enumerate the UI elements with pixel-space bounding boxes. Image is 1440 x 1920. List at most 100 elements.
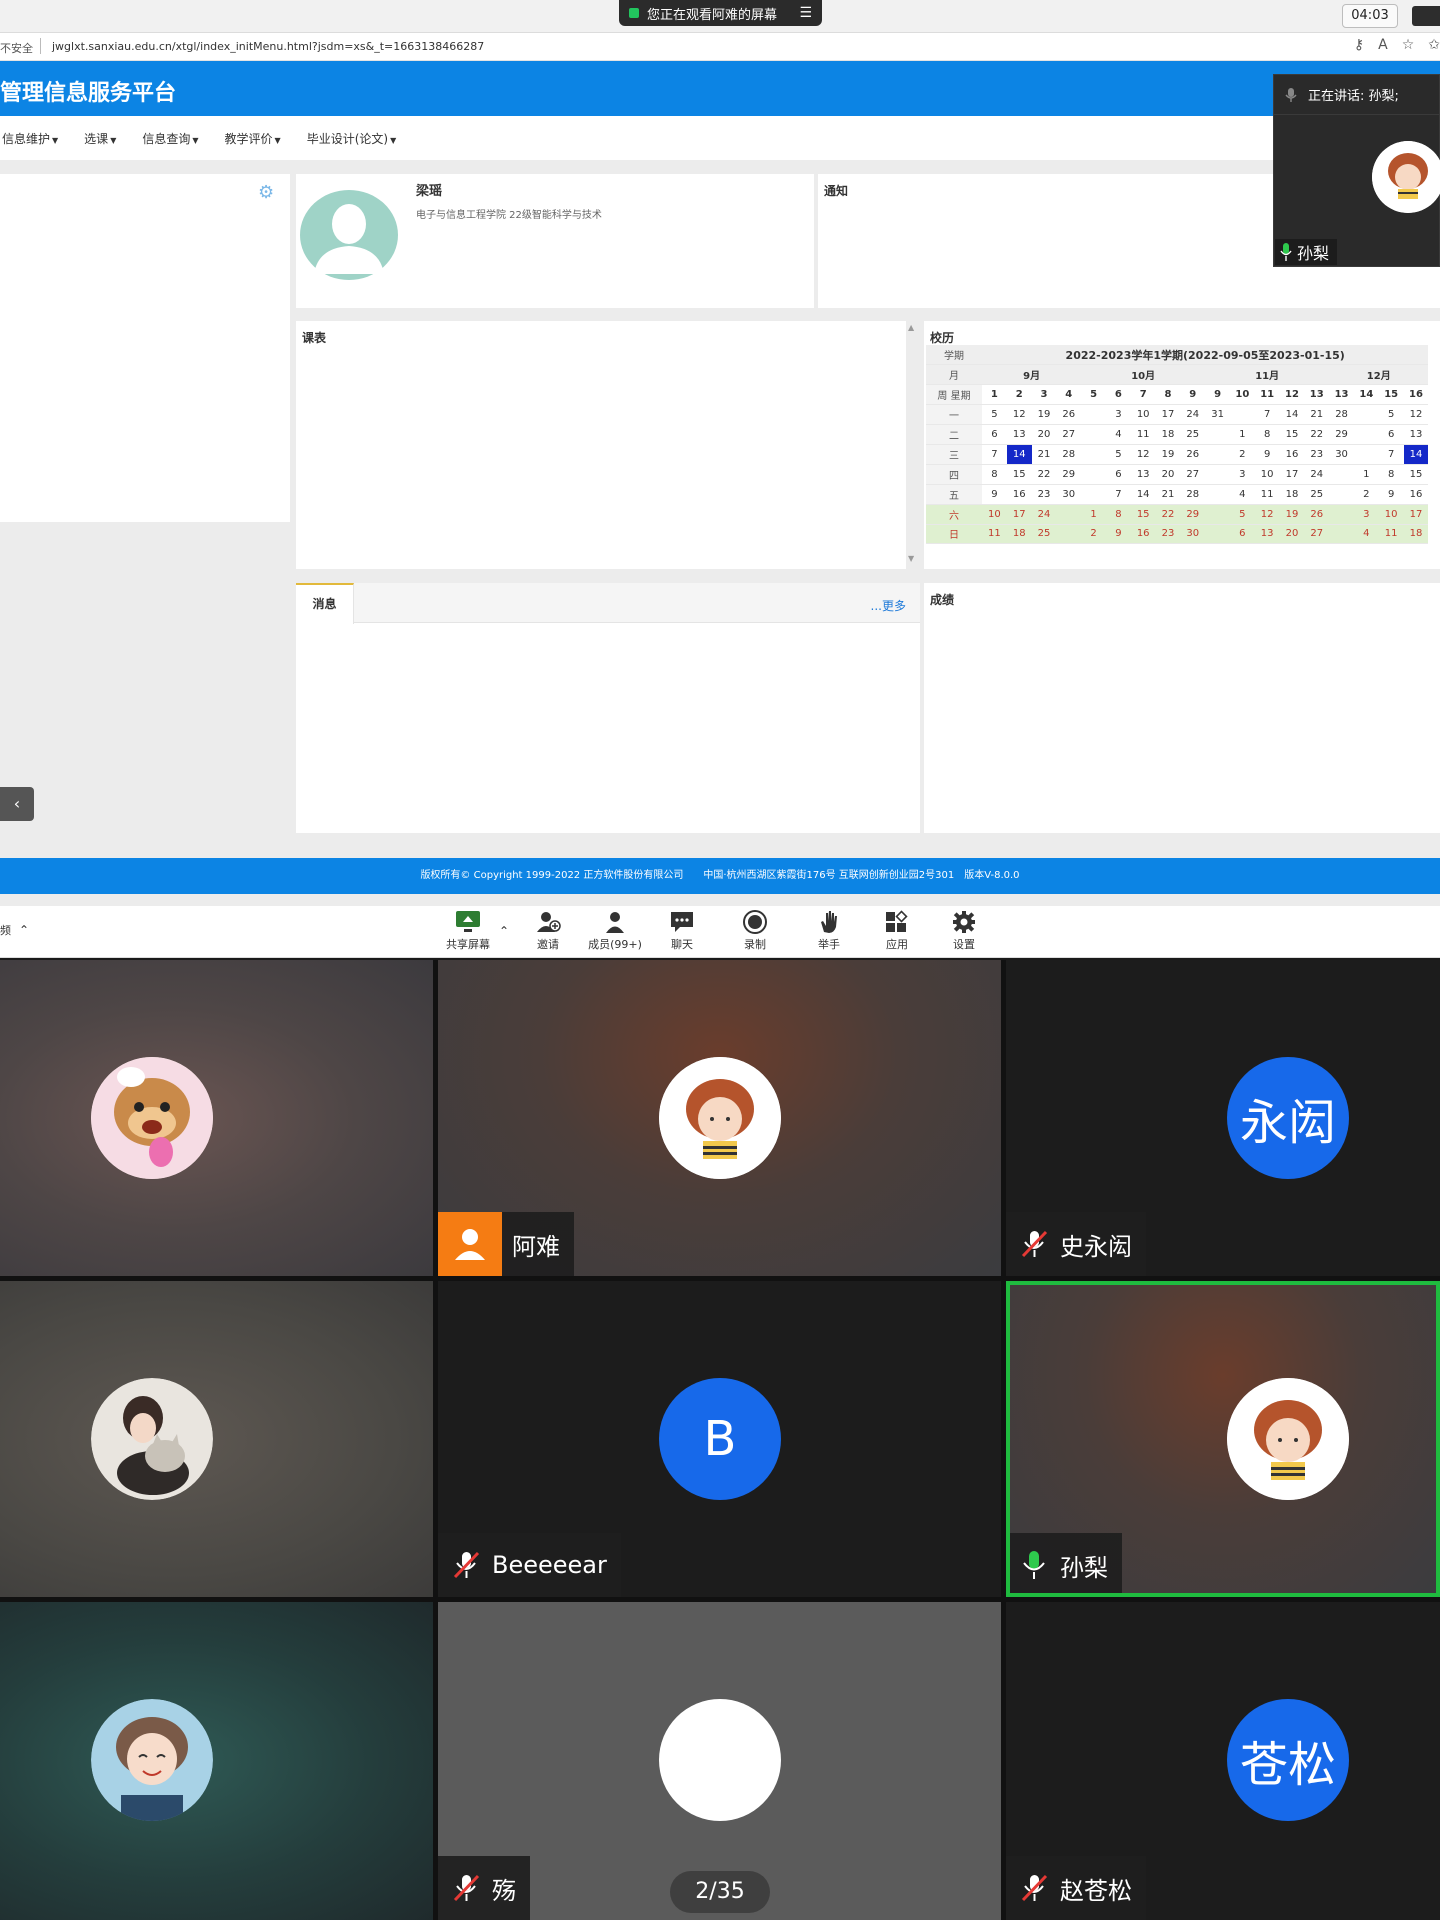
host-user-icon <box>438 1212 502 1276</box>
participants-grid: 阿难 永闳 史永闳 B Beeeeear 孙梨 殇 苍松 赵苍松 <box>0 960 1440 1920</box>
raise-hand-icon <box>821 911 837 933</box>
calendar-week-number: 10 <box>1229 384 1255 406</box>
key-icon[interactable]: ⚷ <box>1354 37 1364 53</box>
favorite-add-icon[interactable]: ☆ <box>1402 37 1415 53</box>
calendar-date-cell: 25 <box>1180 424 1206 445</box>
screen-share-indicator[interactable]: 您正在观看阿难的屏幕 ☰ <box>619 0 822 26</box>
participant-tile[interactable]: 苍松 赵苍松 <box>1006 1602 1440 1920</box>
participant-tile[interactable]: 阿难 <box>438 960 1001 1276</box>
calendar-date-cell <box>1056 524 1082 545</box>
active-speaker-window[interactable]: 正在讲话: 孙梨; 孙梨 <box>1273 74 1440 267</box>
tab-messages[interactable]: 消息 <box>296 583 354 624</box>
calendar-date-cell: 22 <box>1031 464 1057 485</box>
address-separator <box>40 38 41 54</box>
nav-item-course-select[interactable]: 选课 ▼ <box>84 130 116 147</box>
favorites-icon[interactable]: ✩ <box>1428 37 1440 53</box>
calendar-date-cell: 4 <box>1105 424 1131 445</box>
girl-avatar <box>659 1057 781 1179</box>
record-button[interactable]: 录制 <box>725 910 785 952</box>
gear-icon[interactable]: ⚙ <box>258 184 276 202</box>
url-text[interactable]: jwglxt.sanxiau.edu.cn/xtgl/index_initMen… <box>52 40 484 53</box>
notice-title: 通知 <box>824 184 849 198</box>
nav-item-info-maintain[interactable]: 信息维护 ▼ <box>2 130 58 147</box>
invite-button[interactable]: 邀请 <box>518 910 578 952</box>
settings-button[interactable]: 设置 <box>934 910 994 952</box>
calendar-date-cell: 3 <box>1353 504 1379 525</box>
web-app: 管理信息服务平台 信息维护 ▼ 选课 ▼ 信息查询 ▼ 教学评价 ▼ 毕业设计(论文) ▼… <box>0 61 1440 906</box>
participant-tile[interactable]: 永闳 史永闳 <box>1006 960 1440 1276</box>
messages-tabbar: 消息 ...更多 <box>296 583 920 624</box>
calendar-date-cell: 13 <box>1130 464 1156 485</box>
calendar-date-cell <box>1205 524 1230 545</box>
participant-tile-active[interactable]: 孙梨 <box>1006 1281 1440 1597</box>
participant-tile[interactable] <box>0 1602 433 1920</box>
calendar-day-label: 一 <box>926 404 982 426</box>
raise-hand-button[interactable]: 举手 <box>799 910 859 952</box>
calendar-month-label: 11月 <box>1205 364 1330 386</box>
read-aloud-icon[interactable]: A <box>1378 37 1388 53</box>
calendar-date-cell: 26 <box>1056 404 1082 426</box>
calendar-date-cell: 13 <box>1254 524 1280 545</box>
calendar-date-cell: 28 <box>1056 444 1082 465</box>
collapse-sidebar-button[interactable]: ‹ <box>0 787 34 821</box>
calendar-date-cell: 10 <box>1254 464 1280 485</box>
calendar-date-cell: 7 <box>1105 484 1131 505</box>
calendar-term-label: 2022-2023学年1学期(2022-09-05至2023-01-15) <box>982 345 1429 366</box>
participant-name: 阿难 <box>512 1232 560 1261</box>
participant-tile[interactable] <box>0 1281 433 1597</box>
list-icon[interactable]: ☰ <box>799 5 812 21</box>
participant-name: Beeeeear <box>492 1551 607 1579</box>
calendar-date-cell: 7 <box>982 444 1007 465</box>
calendar-date-cell: 19 <box>1279 504 1305 525</box>
toolbar-left[interactable]: 频 ⌃ <box>0 922 29 938</box>
nav-item-info-query[interactable]: 信息查询 ▼ <box>142 130 198 147</box>
calendar-date-cell: 29 <box>1056 464 1082 485</box>
members-button[interactable]: 成员(99+) <box>585 910 645 952</box>
scroll-up-arrow-icon[interactable]: ▲ <box>908 323 914 332</box>
initials-avatar: 永闳 <box>1227 1057 1349 1179</box>
calendar-date-cell: 14 <box>1006 444 1032 465</box>
chat-button[interactable]: 聊天 <box>652 910 712 952</box>
participant-name-tag: 史永闳 <box>1006 1212 1146 1276</box>
participant-name: 孙梨 <box>1060 1553 1108 1582</box>
calendar-title: 校历 <box>930 331 955 345</box>
calendar-date-cell: 10 <box>1130 404 1156 426</box>
calendar-week-number: 13 <box>1329 384 1354 406</box>
layout-button[interactable] <box>1412 6 1440 26</box>
share-options-chevron-icon[interactable]: ⌃ <box>499 924 509 938</box>
calendar-date-cell: 28 <box>1180 484 1206 505</box>
calendar-date-cell: 9 <box>982 484 1007 505</box>
mic-active-icon <box>1280 243 1292 261</box>
calendar-week-number: 1 <box>982 384 1007 406</box>
messages-panel: 消息 ...更多 <box>296 583 920 833</box>
calendar-date-cell: 11 <box>1378 524 1404 545</box>
share-screen-icon <box>456 911 480 932</box>
share-screen-button[interactable]: 共享屏幕 <box>438 910 498 952</box>
meeting-timer: 04:03 <box>1342 4 1398 28</box>
calendar-date-cell: 7 <box>1254 404 1280 426</box>
calendar-date-cell: 19 <box>1155 444 1181 465</box>
more-link[interactable]: ...更多 <box>871 597 906 614</box>
left-side-panel: ⚙ <box>0 174 290 522</box>
calendar-date-cell: 20 <box>1155 464 1181 485</box>
main-nav: 信息维护 ▼ 选课 ▼ 信息查询 ▼ 教学评价 ▼ 毕业设计(论文) ▼ <box>0 116 1440 160</box>
calendar-date-cell: 17 <box>1403 504 1429 525</box>
calendar-day-label: 四 <box>926 464 982 485</box>
bear-avatar <box>91 1057 213 1179</box>
record-icon <box>743 910 767 934</box>
chevron-up-icon: ⌃ <box>19 923 30 937</box>
address-bar[interactable]: 不安全 jwglxt.sanxiau.edu.cn/xtgl/index_ini… <box>0 33 1440 61</box>
calendar-date-cell: 16 <box>1006 484 1032 505</box>
participant-tile[interactable]: B Beeeeear <box>438 1281 1001 1597</box>
page-indicator[interactable]: 2/35 <box>670 1871 770 1913</box>
nav-item-thesis[interactable]: 毕业设计(论文) ▼ <box>307 130 397 147</box>
participant-tile[interactable] <box>0 960 433 1276</box>
apps-button[interactable]: 应用 <box>867 910 927 952</box>
app-title: 管理信息服务平台 <box>0 81 177 106</box>
calendar-date-cell: 10 <box>1378 504 1404 525</box>
share-status-bar: 您正在观看阿难的屏幕 ☰ 04:03 <box>0 0 1440 33</box>
scroll-down-arrow-icon[interactable]: ▼ <box>908 554 914 563</box>
calendar-date-cell: 6 <box>1378 424 1404 445</box>
nav-item-teaching-eval[interactable]: 教学评价 ▼ <box>225 130 281 147</box>
calendar-date-cell: 14 <box>1130 484 1156 505</box>
